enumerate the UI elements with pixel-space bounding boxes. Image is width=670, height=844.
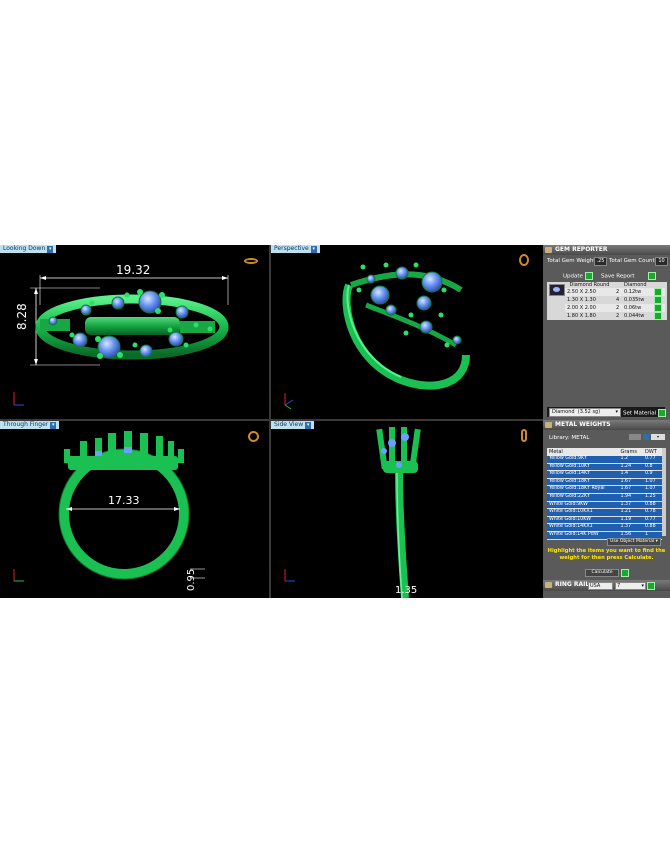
material-select[interactable]: Diamond (3.52 sg) ▾ (549, 408, 621, 417)
gem-table[interactable]: Diamond Round Diamond 2.50 X 2.50 2 0.12… (565, 282, 665, 320)
gem-edit-icon[interactable] (653, 304, 662, 312)
gem-row[interactable]: 2.00 X 2.00 2 0.06tw (565, 304, 665, 312)
library-select[interactable]: ▾ (651, 434, 665, 440)
axis-indicator-icon (284, 569, 295, 582)
highlight-instructions: Highlight the items you want to find the… (547, 548, 666, 561)
viewport-label[interactable]: Perspective ▾ (271, 245, 320, 253)
ring-view-icon[interactable] (244, 258, 258, 264)
metal-row[interactable]: Yellow Gold:14KY 1.4 0.9 (547, 470, 662, 479)
ring-perspective-view (284, 262, 470, 410)
metal-row[interactable]: Yellow Gold:18KY 1.67 1.07 (547, 478, 662, 487)
metal-row[interactable]: White Gold:10KX1 1.21 0.78 (547, 508, 662, 517)
metal-row[interactable]: Yellow Gold:18KY Royal 1.67 1.07 (547, 485, 662, 494)
metal-row[interactable]: Yellow Gold:10KY 1.24 0.8 (547, 463, 662, 472)
metal-row[interactable]: White Gold:14KX1 1.37 0.88 (547, 523, 662, 532)
dimension-side-width: 1.35 (395, 585, 418, 596)
viewport-label[interactable]: Side View ▾ (271, 421, 315, 429)
pin-icon[interactable] (545, 582, 552, 588)
save-report-button[interactable]: Save Report (601, 272, 657, 280)
ring-rail-apply-icon[interactable] (647, 582, 655, 590)
ring-side-view (284, 427, 421, 598)
metal-weights-header[interactable]: METAL WEIGHTS (543, 420, 670, 430)
viewport-perspective[interactable]: Perspective ▾ (271, 245, 543, 419)
ring-region-select[interactable]: USA (588, 582, 613, 590)
total-gem-weight-label: Total Gem Weight (547, 258, 596, 264)
library-toggle[interactable] (629, 434, 641, 440)
metal-row[interactable]: Yellow Gold:9KY 1.2 0.77 (547, 456, 662, 464)
calculate-button[interactable]: Calculate (585, 569, 619, 577)
axis-indicator-icon (13, 392, 24, 406)
grams-col-header: Grams (618, 448, 643, 456)
use-object-material-select[interactable]: Use Object Material ▾ (607, 538, 661, 546)
gem-edit-icon[interactable] (653, 312, 662, 320)
ring-view-icon[interactable] (248, 431, 259, 442)
side-panel: GEM REPORTER Total Gem Weight .25 Total … (543, 245, 670, 598)
axis-indicator-icon (284, 393, 294, 410)
axis-indicator-icon (13, 569, 24, 582)
dimension-inner-diameter: 17.33 (108, 494, 140, 507)
gem-edit-icon[interactable] (653, 296, 662, 304)
gem-list[interactable]: Diamond Round Diamond 2.50 X 2.50 2 0.12… (547, 282, 667, 320)
cad-application: Looking Down ▾ 19.32 8.28 Perspective ▾ … (0, 245, 670, 598)
total-gem-count-label: Total Gem Count (609, 258, 655, 264)
set-material-button[interactable]: Set Material (623, 409, 666, 417)
library-info-icon[interactable] (643, 434, 649, 440)
total-gem-weight-value: .25 (594, 257, 607, 266)
metal-col-header: Metal (547, 448, 619, 456)
ring-front-view (13, 431, 205, 582)
pin-icon[interactable] (545, 247, 552, 253)
dwt-col-header: DWT (642, 448, 662, 456)
update-icon[interactable] (584, 272, 593, 280)
gem-row[interactable]: 1.30 X 1.30 4 0.035tw (565, 296, 665, 304)
viewport-divider-vertical[interactable] (269, 245, 271, 598)
diamond-icon (549, 284, 565, 296)
ring-view-icon[interactable] (519, 254, 529, 266)
calculate-icon[interactable] (621, 569, 629, 577)
metal-row[interactable]: White Gold:10KW 1.19 0.77 (547, 516, 662, 525)
gem-edit-icon[interactable] (653, 288, 662, 296)
gem-row[interactable]: 1.80 X 1.80 2 0.044tw (565, 312, 665, 320)
library-label: Library: METAL (549, 435, 590, 441)
dimension-band-thickness: 0.95 (186, 568, 197, 591)
metal-weights-table[interactable]: Metal Grams DWT Yellow Gold:9KY 1.2 0.77 Y… (547, 448, 662, 540)
viewport-label[interactable]: Through Finger ▾ (0, 421, 60, 429)
metal-row[interactable]: White Gold:9KW 1.37 0.88 (547, 501, 662, 510)
total-gem-count-value: 10 (655, 257, 668, 266)
ring-size-select[interactable]: 7 ▾ (615, 582, 646, 590)
viewport-label[interactable]: Looking Down ▾ (0, 245, 57, 253)
update-button[interactable]: Update (563, 272, 593, 280)
ring-view-icon[interactable] (521, 429, 527, 442)
dimension-height: 8.28 (15, 303, 29, 330)
pin-icon[interactable] (545, 422, 552, 428)
viewport-through-finger[interactable]: Through Finger ▾ 17.33 0.95 (0, 421, 269, 598)
gem-table-header-shape: Diamond Round (569, 282, 610, 288)
metal-row[interactable]: Yellow Gold:22KY 1.94 1.25 (547, 493, 662, 502)
viewport-side-view[interactable]: Side View ▾ 1.35 (271, 421, 543, 598)
dimension-width: 19.32 (116, 263, 151, 277)
viewport-looking-down[interactable]: Looking Down ▾ 19.32 8.28 (0, 245, 269, 419)
gem-reporter-header[interactable]: GEM REPORTER (543, 245, 670, 255)
save-icon[interactable] (648, 272, 657, 280)
metal-table-scrollbar[interactable] (662, 448, 666, 536)
set-material-icon[interactable] (657, 409, 666, 417)
gem-row[interactable]: 2.50 X 2.50 2 0.12tw (565, 288, 665, 296)
viewport-divider-horizontal[interactable] (0, 419, 543, 421)
